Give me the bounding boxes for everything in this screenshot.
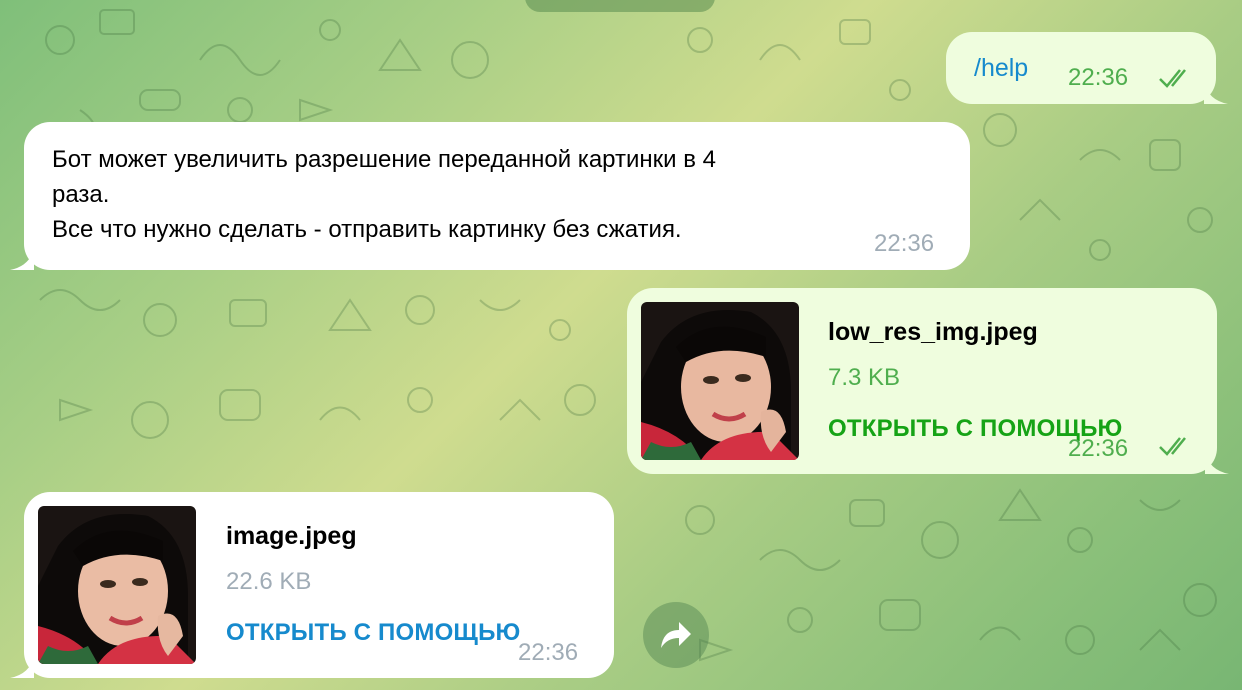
file-size: 22.6 KB [226, 568, 312, 595]
portrait-image-icon [641, 302, 799, 460]
outgoing-message-help[interactable]: /help 22:36 [946, 32, 1228, 104]
incoming-file-message[interactable]: image.jpeg 22.6 KB ОТКРЫТЬ С ПОМОЩЬЮ 22:… [10, 492, 614, 678]
bot-command-link[interactable]: /help [974, 54, 1028, 83]
message-time: 22:36 [518, 639, 579, 666]
file-thumbnail[interactable] [641, 302, 799, 460]
file-size: 7.3 KB [828, 364, 901, 391]
share-arrow-icon [661, 622, 691, 648]
message-time: 22:36 [874, 230, 935, 257]
file-thumbnail[interactable] [38, 506, 196, 664]
outgoing-file-message[interactable]: low_res_img.jpeg 7.3 KB ОТКРЫТЬ С ПОМОЩЬ… [627, 288, 1229, 474]
incoming-message-help-text[interactable]: Бот может увеличить разрешение переданно… [10, 122, 970, 270]
message-text: Бот может увеличить разрешение переданно… [52, 142, 716, 247]
message-time: 22:36 [1068, 435, 1129, 462]
double-check-icon [1159, 437, 1186, 456]
file-name: image.jpeg [226, 522, 357, 550]
message-line: Все что нужно сделать - отправить картин… [52, 216, 682, 243]
date-pill[interactable] [525, 0, 715, 12]
bubble-tail [1204, 82, 1228, 104]
message-line: Бот может увеличить разрешение переданно… [52, 146, 716, 173]
open-with-button[interactable]: ОТКРЫТЬ С ПОМОЩЬЮ [226, 619, 521, 647]
message-time: 22:36 [1068, 64, 1129, 91]
bubble-tail [10, 656, 34, 678]
file-name: low_res_img.jpeg [828, 318, 1038, 346]
portrait-image-icon [38, 506, 196, 664]
double-check-icon [1159, 69, 1186, 88]
share-button[interactable] [643, 602, 709, 668]
message-line: раза. [52, 181, 110, 208]
bubble-tail [10, 248, 34, 270]
bubble-tail [1205, 452, 1229, 474]
